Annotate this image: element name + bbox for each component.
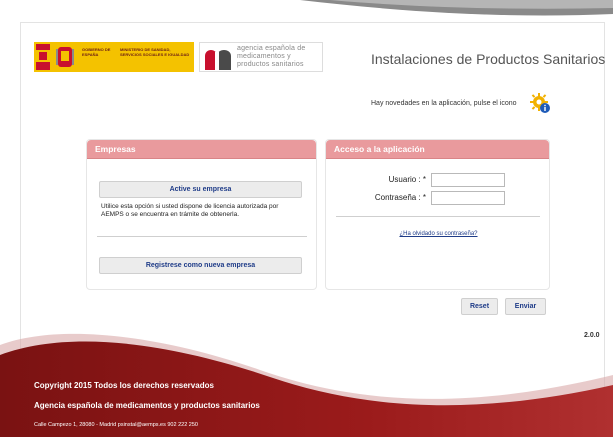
login-divider	[336, 216, 540, 217]
gobierno-text: GOBIERNO DE ESPAÑA	[82, 47, 111, 57]
aemps-logo-text: agencia española de medicamentos y produ…	[237, 45, 306, 68]
footer-copyright: Copyright 2015 Todos los derechos reserv…	[34, 381, 214, 390]
gear-info-icon[interactable]	[529, 92, 551, 114]
login-panel-title: Acceso a la aplicación	[326, 140, 549, 159]
password-input[interactable]	[431, 191, 505, 205]
username-label: Usuario : *	[388, 175, 426, 184]
empresas-panel-title: Empresas	[87, 140, 316, 159]
royal-crest-icon	[56, 47, 74, 67]
footer-agency: Agencia española de medicamentos y produ…	[34, 401, 260, 410]
password-label: Contraseña : *	[374, 193, 426, 202]
empresas-divider	[97, 236, 307, 237]
login-panel: Acceso a la aplicación Usuario : * Contr…	[325, 139, 550, 290]
footer-address: Calle Campezo 1, 28080 - Madrid psinstal…	[34, 422, 198, 428]
register-company-button[interactable]: Registrese como nueva empresa	[99, 257, 302, 274]
forgot-password-link[interactable]: ¿Ha olvidado su contraseña?	[326, 231, 551, 237]
activate-company-button[interactable]: Active su empresa	[99, 181, 302, 198]
activate-help-text: Utilice esta opción si usted dispone de …	[101, 203, 279, 218]
username-input[interactable]	[431, 173, 505, 187]
aemps-logo-mark	[205, 50, 231, 70]
ministerio-text: MINISTERIO DE SANIDAD, SERVICIOS SOCIALE…	[120, 47, 190, 57]
send-button[interactable]: Enviar	[505, 298, 546, 315]
reset-button[interactable]: Reset	[461, 298, 498, 315]
news-notice: Hay novedades en la aplicación, pulse el…	[371, 100, 517, 107]
coat-of-arms-icon	[36, 44, 50, 70]
page-title: Instalaciones de Productos Sanitarios	[371, 51, 606, 67]
empresas-panel: Empresas Active su empresa Utilice esta …	[86, 139, 317, 290]
footer-wave	[0, 333, 613, 437]
